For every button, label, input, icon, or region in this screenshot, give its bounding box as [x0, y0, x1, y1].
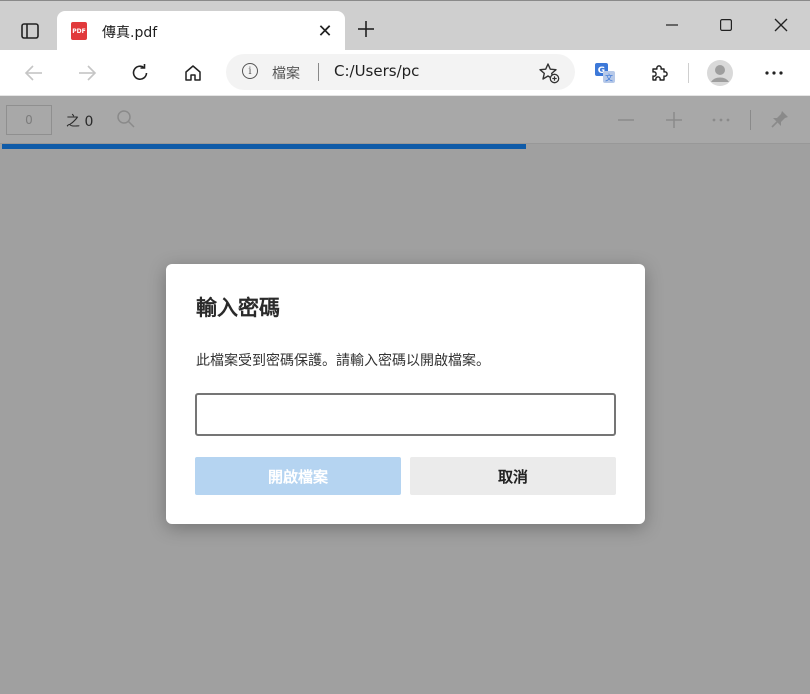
page-total-label: 之 0	[66, 114, 94, 130]
search-icon[interactable]	[116, 109, 136, 129]
home-button[interactable]	[176, 56, 210, 90]
dialog-title: 輸入密碼	[196, 296, 280, 320]
address-bar[interactable]: i 檔案 C:/Users/pc	[226, 54, 575, 90]
cancel-button[interactable]: 取消	[410, 457, 616, 495]
url-text[interactable]: C:/Users/pc	[334, 62, 419, 80]
avatar-icon	[707, 60, 733, 86]
new-tab-button[interactable]	[354, 17, 378, 41]
more-options-icon[interactable]	[711, 117, 731, 123]
password-input[interactable]	[195, 393, 616, 436]
tab-title: 傳真.pdf	[102, 25, 158, 41]
maximize-icon	[720, 19, 732, 31]
svg-text:文: 文	[605, 73, 613, 83]
translate-button[interactable]: G 文	[588, 56, 622, 90]
pdf-toolbar: 0 之 0	[0, 96, 810, 144]
address-separator	[318, 63, 319, 81]
add-favorite-icon[interactable]	[538, 62, 560, 84]
maximize-button[interactable]	[703, 9, 749, 41]
dialog-message: 此檔案受到密碼保護。請輸入密碼以開啟檔案。	[196, 353, 490, 369]
browser-toolbar: i 檔案 C:/Users/pc G 文	[0, 50, 810, 96]
tab-active[interactable]: PDF 傳真.pdf ✕	[57, 11, 345, 51]
page-number-input[interactable]: 0	[6, 105, 52, 135]
plus-icon	[358, 21, 374, 37]
home-icon	[185, 65, 201, 81]
zoom-out-icon[interactable]	[616, 110, 636, 130]
translate-icon: G 文	[595, 63, 615, 83]
profile-button[interactable]	[703, 56, 737, 90]
close-window-button[interactable]	[758, 9, 804, 41]
pdf-file-icon: PDF	[71, 22, 87, 40]
tab-close-icon[interactable]: ✕	[315, 21, 335, 42]
open-file-button[interactable]: 開啟檔案	[195, 457, 401, 495]
info-icon[interactable]: i	[242, 63, 258, 79]
pdf-toolbar-separator	[750, 110, 751, 130]
more-horizontal-icon	[765, 71, 783, 75]
loading-progress-bar	[2, 144, 526, 149]
refresh-button[interactable]	[123, 56, 157, 90]
pin-icon[interactable]	[770, 109, 790, 129]
zoom-in-icon[interactable]	[664, 110, 684, 130]
tab-actions-icon	[21, 23, 39, 39]
extensions-button[interactable]	[642, 56, 676, 90]
minimize-icon	[666, 24, 678, 26]
site-info-label: 檔案	[272, 66, 300, 82]
tab-bar: PDF 傳真.pdf ✕	[0, 0, 810, 51]
puzzle-icon	[652, 65, 668, 81]
forward-button[interactable]	[70, 56, 104, 90]
password-dialog: 輸入密碼 此檔案受到密碼保護。請輸入密碼以開啟檔案。 開啟檔案 取消	[166, 264, 645, 524]
settings-more-button[interactable]	[757, 56, 791, 90]
toolbar-separator	[688, 63, 689, 83]
tab-actions-button[interactable]	[12, 15, 48, 47]
back-arrow-icon	[24, 65, 42, 81]
refresh-icon	[132, 64, 148, 81]
back-button[interactable]	[17, 56, 51, 90]
close-icon	[774, 18, 788, 32]
minimize-button[interactable]	[649, 9, 695, 41]
forward-arrow-icon	[79, 65, 97, 81]
